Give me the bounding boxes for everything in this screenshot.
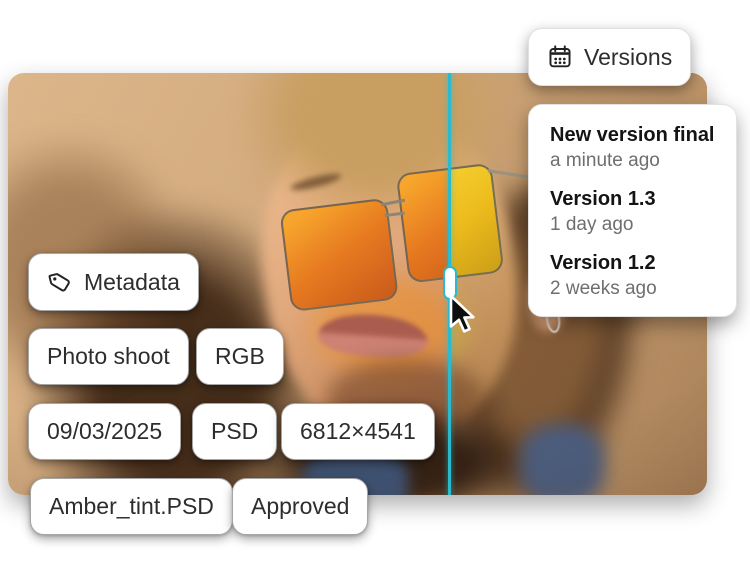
tag-file-name-label: Amber_tint.PSD [49,493,214,520]
tag-category-label: Photo shoot [47,343,170,370]
version-name: New version final [550,122,715,148]
version-name: Version 1.3 [550,186,715,212]
tag-category[interactable]: Photo shoot [28,328,189,385]
tag-color-mode-label: RGB [215,343,265,370]
tag-dimensions-label: 6812×4541 [300,418,416,445]
tag-file-type-label: PSD [211,418,258,445]
version-name: Version 1.2 [550,250,715,276]
version-item[interactable]: New version final a minute ago [550,122,715,173]
tag-file-name[interactable]: Amber_tint.PSD [30,478,233,535]
asset-preview-canvas: Versions New version final a minute ago … [0,0,750,563]
calendar-icon [547,44,573,70]
version-item[interactable]: Version 1.2 2 weeks ago [550,250,715,301]
version-time: 1 day ago [550,212,715,237]
mouse-cursor-icon [449,294,476,334]
tag-icon [47,269,73,295]
tag-status[interactable]: Approved [232,478,368,535]
tag-color-mode[interactable]: RGB [196,328,284,385]
versions-button-label: Versions [584,44,672,71]
version-time: 2 weeks ago [550,276,715,301]
version-time: a minute ago [550,148,715,173]
tag-dimensions[interactable]: 6812×4541 [281,403,435,460]
tag-status-label: Approved [251,493,349,520]
tag-date[interactable]: 09/03/2025 [28,403,181,460]
tag-file-type[interactable]: PSD [192,403,277,460]
tag-date-label: 09/03/2025 [47,418,162,445]
metadata-button[interactable]: Metadata [28,253,199,311]
versions-panel: New version final a minute ago Version 1… [528,104,737,317]
versions-button[interactable]: Versions [528,28,691,86]
version-item[interactable]: Version 1.3 1 day ago [550,186,715,237]
metadata-button-label: Metadata [84,269,180,296]
